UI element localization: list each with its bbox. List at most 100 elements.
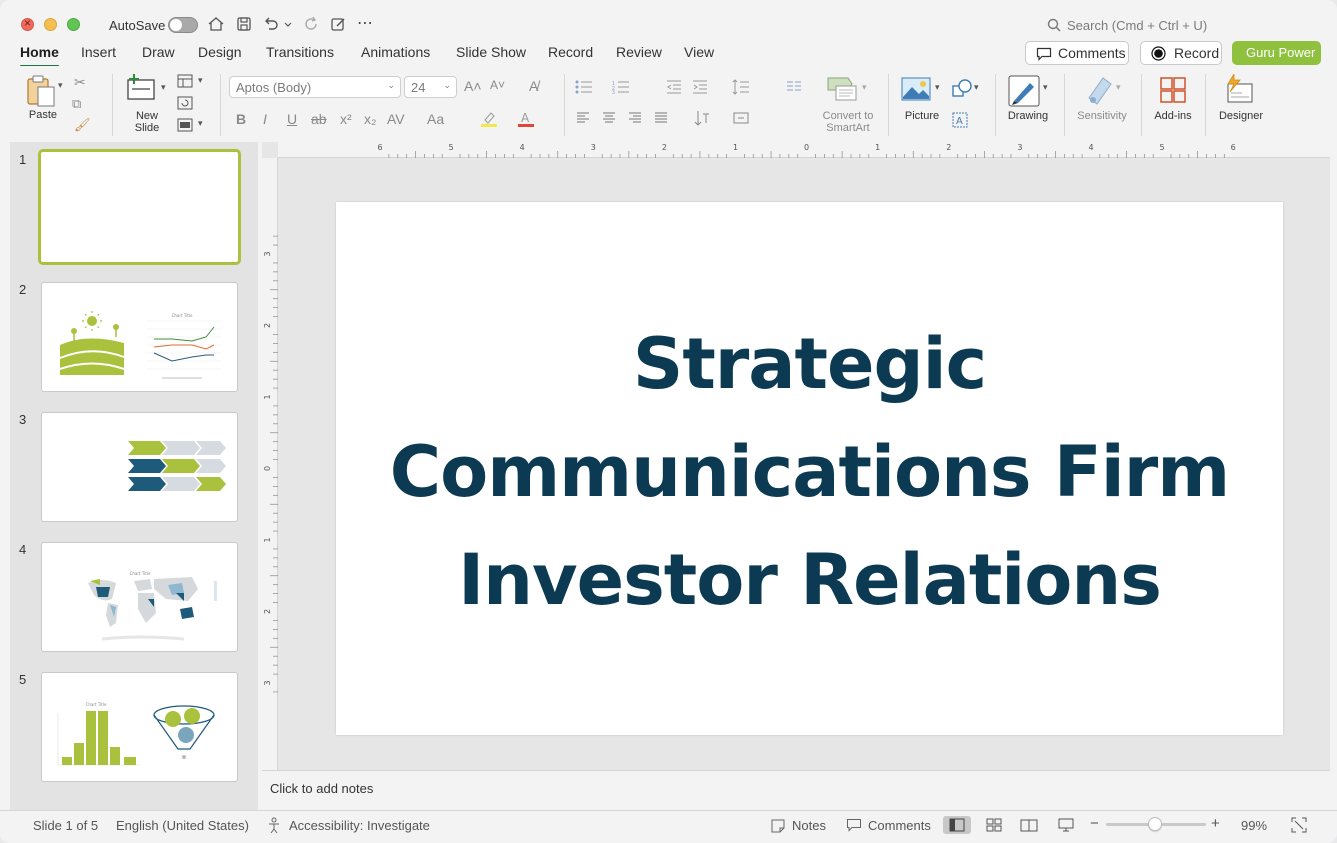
language-indicator[interactable]: English (United States) [116, 818, 249, 833]
strikethrough-icon[interactable]: ab [311, 111, 327, 127]
bold-icon[interactable]: B [236, 111, 246, 127]
copy-icon[interactable]: ⧉ [72, 96, 81, 112]
tab-slide-show[interactable]: Slide Show [456, 44, 526, 60]
save-icon[interactable] [235, 15, 253, 33]
character-spacing-icon[interactable]: AV [387, 111, 405, 127]
fit-to-window-icon[interactable] [1291, 817, 1307, 833]
tab-animations[interactable]: Animations [361, 44, 430, 60]
paste-dropdown-chevron-icon[interactable]: ▾ [58, 80, 63, 91]
comments-button[interactable]: Comments [1025, 41, 1129, 65]
section-icon[interactable] [177, 118, 193, 132]
undo-dropdown-chevron-icon[interactable] [283, 15, 293, 33]
increase-font-size-icon[interactable]: A˄ [464, 78, 482, 94]
line-spacing-icon[interactable] [732, 78, 750, 96]
slide-thumbnail-4[interactable]: Chart Title [41, 542, 238, 652]
text-direction-icon[interactable] [694, 110, 710, 126]
drawing-chevron-icon[interactable]: ▾ [1043, 82, 1048, 93]
section-chevron-icon[interactable]: ▾ [198, 118, 203, 129]
tab-review[interactable]: Review [616, 44, 662, 60]
normal-view-icon [949, 818, 965, 832]
customize-toolbar-icon[interactable] [329, 15, 347, 33]
superscript-icon[interactable]: x² [340, 111, 352, 127]
notes-pane[interactable]: Click to add notes [262, 770, 1330, 810]
font-size-select[interactable]: 24 ⌄ [404, 76, 457, 98]
shapes-icon[interactable] [952, 79, 972, 97]
tab-draw[interactable]: Draw [142, 44, 175, 60]
columns-icon[interactable] [786, 80, 802, 92]
font-color-icon[interactable]: A [517, 110, 535, 128]
cut-icon[interactable]: ✂ [74, 74, 86, 91]
underline-icon[interactable]: U [287, 111, 297, 127]
reset-icon[interactable] [177, 96, 193, 110]
tab-design[interactable]: Design [198, 44, 242, 60]
tab-home[interactable]: Home [20, 44, 59, 68]
increase-indent-icon[interactable] [692, 80, 708, 94]
font-name-select[interactable]: Aptos (Body) ⌄ [229, 76, 401, 98]
current-slide-canvas[interactable]: Strategic Communications Firm Investor R… [336, 202, 1283, 735]
accessibility-status[interactable]: Accessibility: Investigate [289, 818, 430, 833]
notes-toggle[interactable]: Notes [792, 818, 826, 833]
clear-formatting-icon[interactable]: A̸ [529, 78, 538, 94]
format-painter-icon[interactable]: 🖌 [74, 117, 91, 133]
normal-view-button[interactable] [943, 816, 971, 834]
zoom-slider-thumb[interactable] [1148, 817, 1162, 831]
redo-icon[interactable] [302, 15, 320, 33]
home-icon[interactable] [207, 15, 225, 33]
zoom-in-button[interactable]: + [1211, 815, 1220, 832]
align-center-icon[interactable] [602, 112, 616, 124]
zoom-window-button[interactable] [67, 18, 80, 31]
comments-toggle[interactable]: Comments [868, 818, 931, 833]
align-text-icon[interactable] [732, 110, 750, 126]
shapes-chevron-icon[interactable]: ▾ [974, 82, 979, 93]
zoom-level[interactable]: 99% [1241, 818, 1267, 833]
align-left-icon[interactable] [576, 112, 590, 124]
font-name-value: Aptos (Body) [236, 80, 312, 95]
align-right-icon[interactable] [628, 112, 642, 124]
new-slide-icon[interactable] [126, 74, 158, 102]
new-slide-dropdown-chevron-icon[interactable]: ▾ [161, 82, 166, 93]
slide-thumbnail-5[interactable]: Chart Title [41, 672, 238, 782]
convert-smartart-icon[interactable] [826, 76, 860, 102]
tab-record[interactable]: Record [548, 44, 593, 60]
minimize-window-button[interactable] [44, 18, 57, 31]
record-button[interactable]: Record [1140, 41, 1222, 65]
decrease-font-size-icon[interactable]: A˅ [490, 78, 505, 92]
slide-title[interactable]: Strategic Communications Firm Investor R… [336, 310, 1283, 634]
numbering-icon[interactable]: 123 [612, 80, 630, 94]
tab-transitions[interactable]: Transitions [266, 44, 334, 60]
slide-thumbnail-2[interactable]: Chart Title [41, 282, 238, 392]
justify-icon[interactable] [654, 112, 668, 124]
designer-icon[interactable] [1224, 74, 1256, 104]
layout-chevron-icon[interactable]: ▾ [198, 75, 203, 86]
more-options-icon[interactable]: ⋯ [357, 13, 373, 33]
text-box-icon[interactable]: A [952, 112, 968, 128]
decrease-indent-icon[interactable] [666, 80, 682, 94]
slide-show-view-button[interactable] [1052, 816, 1080, 834]
tab-insert[interactable]: Insert [81, 44, 116, 60]
sensitivity-chevron-icon[interactable]: ▾ [1116, 82, 1121, 93]
convert-smartart-chevron-icon[interactable]: ▾ [862, 82, 867, 93]
subscript-icon[interactable]: x₂ [364, 111, 376, 127]
reading-view-button[interactable] [1015, 816, 1043, 834]
undo-icon[interactable] [262, 15, 280, 33]
highlight-color-icon[interactable] [480, 110, 498, 128]
sensitivity-icon[interactable] [1085, 74, 1115, 106]
drawing-icon[interactable] [1008, 75, 1042, 107]
zoom-out-button[interactable]: − [1090, 815, 1099, 832]
paste-icon[interactable] [24, 74, 58, 108]
close-window-button[interactable] [21, 16, 34, 31]
guru-power-button[interactable]: Guru Power [1232, 41, 1321, 65]
autosave-toggle[interactable] [168, 17, 198, 33]
add-ins-icon[interactable] [1159, 76, 1187, 104]
picture-icon[interactable] [901, 77, 931, 101]
picture-chevron-icon[interactable]: ▾ [935, 82, 940, 93]
italic-icon[interactable]: I [263, 111, 267, 127]
slide-sorter-view-button[interactable] [980, 816, 1008, 834]
slide-thumbnail-1[interactable] [38, 149, 241, 265]
layout-icon[interactable] [177, 74, 193, 88]
tab-view[interactable]: View [684, 44, 714, 60]
bullets-icon[interactable] [575, 80, 593, 94]
slide-thumbnail-3[interactable] [41, 412, 238, 522]
change-case-icon[interactable]: Aa [427, 111, 444, 127]
search-input[interactable]: Search (Cmd + Ctrl + U) [1067, 18, 1207, 33]
